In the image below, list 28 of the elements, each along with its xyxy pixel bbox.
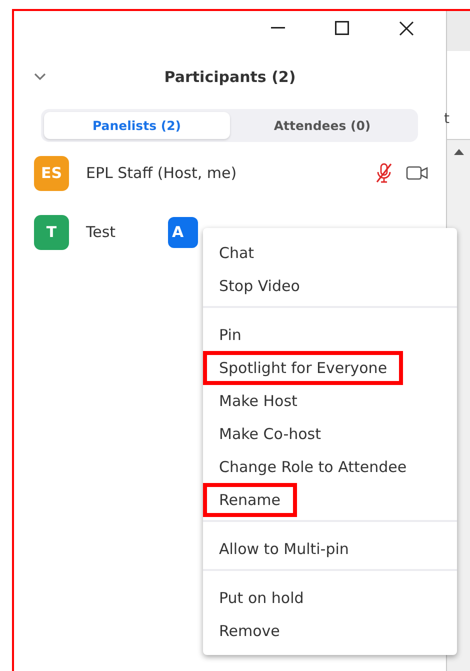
window-title-strip: [447, 11, 470, 51]
menu-item[interactable]: Put on hold: [219, 588, 304, 606]
participant-name: EPL Staff (Host, me): [86, 164, 237, 182]
menu-item[interactable]: Rename: [203, 482, 297, 516]
muted-microphone-icon[interactable]: [374, 162, 394, 184]
menu-item[interactable]: Pin: [219, 326, 242, 344]
menu-item[interactable]: Chat: [219, 244, 254, 262]
menu-item[interactable]: Change Role to Attendee: [219, 458, 407, 476]
avatar: ES: [34, 156, 69, 190]
maximize-icon: [335, 21, 349, 35]
action-button[interactable]: A: [168, 216, 198, 248]
menu-item[interactable]: Spotlight for Everyone: [203, 350, 404, 384]
tab[interactable]: Panelists (2): [44, 112, 230, 139]
chevron-down-icon[interactable]: [34, 73, 46, 81]
scroll-up-icon[interactable]: [454, 149, 464, 155]
video-camera-icon[interactable]: [406, 166, 428, 180]
panel-title: Participants (2): [164, 68, 296, 86]
minimize-icon: [271, 27, 285, 29]
avatar: T: [34, 214, 69, 250]
tab[interactable]: Attendees (0): [230, 112, 415, 139]
close-icon: [398, 20, 414, 36]
window-text: t: [444, 111, 450, 127]
menu-item[interactable]: Remove: [219, 622, 280, 640]
menu-item[interactable]: Stop Video: [219, 276, 300, 294]
menu-item[interactable]: Make Host: [219, 392, 298, 410]
participant-name: Test: [86, 223, 116, 241]
menu-item[interactable]: Allow to Multi-pin: [219, 540, 349, 558]
menu-item[interactable]: Make Co-host: [219, 424, 322, 442]
